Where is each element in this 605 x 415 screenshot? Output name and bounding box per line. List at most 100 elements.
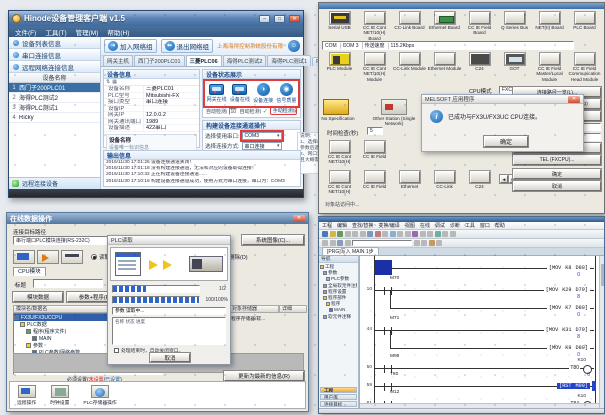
close-button[interactable]: ✕: [293, 215, 305, 222]
menu-file[interactable]: 文件(F): [15, 27, 36, 37]
target-memory-header[interactable]: 对象存储器: [229, 305, 279, 313]
pc-if-q-bus[interactable]: Q Series Bus: [497, 12, 532, 41]
menu-view[interactable]: 视图: [405, 222, 415, 229]
device-row[interactable]: 4Ricky: [9, 113, 100, 123]
menu-help[interactable]: 帮助: [495, 222, 505, 229]
comment-icon[interactable]: [330, 240, 336, 246]
line-icon[interactable]: [442, 231, 448, 237]
user-library-tab[interactable]: 用户库: [320, 394, 357, 400]
plc-memory-item[interactable]: PLC存储器操作: [83, 385, 116, 406]
verify-icon[interactable]: [412, 231, 418, 237]
sidebar-section-serial[interactable]: 串口连接信息: [9, 49, 100, 61]
zoom-icon[interactable]: [322, 240, 328, 246]
plc-if-ethernet-module[interactable]: Ethernet Module: [427, 53, 462, 82]
refresh-button[interactable]: 更新为最新的信息(R): [224, 371, 304, 381]
horizontal-scrollbar[interactable]: [360, 403, 599, 408]
pc-if-ccie-field-board[interactable]: CC IE Field Board: [462, 12, 497, 41]
melsoft-ok-button[interactable]: 确定: [484, 136, 528, 147]
route-left-arrow[interactable]: ◄: [500, 175, 508, 183]
ladder-branch[interactable]: MOVK9D80 0: [390, 348, 594, 349]
titlebar[interactable]: 在线数据操作 ✕: [7, 213, 308, 224]
device-online-indicator[interactable]: 设备在线: [228, 84, 251, 103]
gateway-online-indicator[interactable]: 网关在线: [205, 84, 228, 103]
menu-manage[interactable]: 管理(M): [76, 27, 99, 37]
ladder-rung[interactable]: 10 M70 MOVK29D79 8: [374, 290, 594, 291]
pc-if-ccie-cont-board[interactable]: CC IE Cont NET/10(H) Board: [357, 12, 392, 41]
tel-button[interactable]: TEL (FXCPU)...: [513, 155, 601, 165]
menu-window[interactable]: 窗口: [480, 222, 490, 229]
pc-if-ethernet-board[interactable]: Ethernet Board: [427, 12, 462, 41]
ok-button[interactable]: 确定: [513, 169, 601, 179]
tree-item[interactable]: 软元件注释: [320, 314, 357, 320]
ladder-rung[interactable]: MOVK8D80 0: [374, 268, 594, 269]
device-connect-indicator[interactable]: ◑设备连接: [252, 83, 275, 104]
plc-if-ccie-field-head[interactable]: CC IE Field Communication Head Module: [567, 53, 602, 82]
device-row[interactable]: 2海得PLC测试2: [9, 93, 100, 103]
tab-gateway[interactable]: 网关主机: [103, 55, 133, 66]
other-station-icon[interactable]: [381, 99, 407, 115]
cpu-module-tab[interactable]: CPU模块: [13, 267, 46, 276]
menu-debug[interactable]: 调试: [435, 222, 445, 229]
ladder-editor[interactable]: MOVK8D80 0 10 M70 MOVK29D79 8 MOVK7D80 0…: [359, 256, 604, 408]
menu-edit[interactable]: 编辑: [337, 222, 347, 229]
monitor-icon[interactable]: [390, 231, 396, 237]
connect-mode-select[interactable]: 串口连接: [242, 142, 282, 150]
maximize-button[interactable]: □: [274, 15, 285, 23]
device-row[interactable]: 3海得PLC测试1: [9, 103, 100, 113]
undo-icon[interactable]: [375, 231, 381, 237]
menu-compile[interactable]: 变换/编译: [378, 222, 399, 229]
no-specification-icon[interactable]: [323, 99, 349, 115]
remote-connect-item[interactable]: 远程连接设备: [9, 177, 100, 189]
cut-icon[interactable]: [352, 231, 358, 237]
read-plc-icon[interactable]: [405, 231, 411, 237]
menu-tools[interactable]: 工具: [465, 222, 475, 229]
open-icon[interactable]: [330, 231, 336, 237]
new-icon[interactable]: [322, 231, 328, 237]
close-button[interactable]: ✕: [289, 15, 300, 23]
ladder-rung[interactable]: 44 M71 MOVK31D79 8: [374, 330, 594, 331]
plc-read-titlebar[interactable]: PLC读取: [108, 236, 230, 245]
tab-siemens[interactable]: 西门子200PLC01: [134, 55, 185, 66]
device-test-icon[interactable]: [429, 240, 435, 246]
edit-cursor[interactable]: [375, 260, 392, 275]
tab-mitsubishi[interactable]: 三菱PLC06: [186, 55, 222, 66]
branch-icon[interactable]: [435, 231, 441, 237]
stop-monitor-icon[interactable]: [421, 240, 427, 246]
step-run-icon[interactable]: [436, 240, 442, 246]
ladder-branch[interactable]: MOVK7D80 0: [390, 308, 594, 309]
sidebar-section-devices[interactable]: 设备列表信息: [9, 37, 100, 49]
exit-network-button[interactable]: ⬅退出网络组: [161, 39, 214, 53]
baud-rate-value[interactable]: 115.2Kbps: [388, 43, 415, 49]
plc-if-got[interactable]: GOT: [497, 53, 532, 82]
system-image-button[interactable]: 系统图像(C)...: [242, 235, 304, 245]
melsoft-dialog-titlebar[interactable]: MELSOFT 应用程序 ✕: [422, 95, 583, 104]
sidebar-section-remote[interactable]: 远程网络连接信息: [9, 61, 100, 73]
menu-tools[interactable]: 工具(T): [45, 27, 66, 37]
title-field[interactable]: [33, 279, 103, 288]
start-monitor-icon[interactable]: [414, 240, 420, 246]
signal-quality-indicator[interactable]: ◉信号质量: [275, 83, 298, 104]
delete-line-icon[interactable]: [450, 231, 456, 237]
tab-haide1[interactable]: 海得PLC测试1: [267, 55, 311, 66]
coil-icon[interactable]: [427, 231, 433, 237]
print-icon[interactable]: [345, 231, 351, 237]
menu-find[interactable]: 查找/替换: [352, 222, 373, 229]
clock-setting-item[interactable]: 时钟设置: [50, 385, 69, 406]
menu-project[interactable]: 工程: [322, 222, 332, 229]
save-icon[interactable]: [337, 231, 343, 237]
cancel-button[interactable]: 取消: [513, 181, 601, 191]
route2-c24[interactable]: C24: [462, 171, 497, 195]
progress-cancel-button[interactable]: 取消: [150, 353, 190, 362]
user-icon[interactable]: ☺: [288, 40, 300, 52]
route-ccie-cont[interactable]: CC IE Cont NET/10(H): [322, 141, 357, 165]
route2-ccie-field[interactable]: CC IE Field: [357, 171, 392, 195]
module-data-button[interactable]: 模块数据: [13, 292, 63, 302]
note-icon[interactable]: [345, 240, 351, 246]
project-tab[interactable]: 工程: [320, 387, 357, 393]
plc-if-plc-module[interactable]: PLC Module: [322, 53, 357, 82]
copy-icon[interactable]: [360, 231, 366, 237]
join-network-button[interactable]: ➜加入网络组: [104, 39, 157, 53]
menu-online[interactable]: 在线: [420, 222, 430, 229]
pc-if-plc-board[interactable]: PLC Board: [567, 12, 602, 41]
main-program-tab[interactable]: [PRG]写入 MAIN 1步: [322, 247, 379, 255]
